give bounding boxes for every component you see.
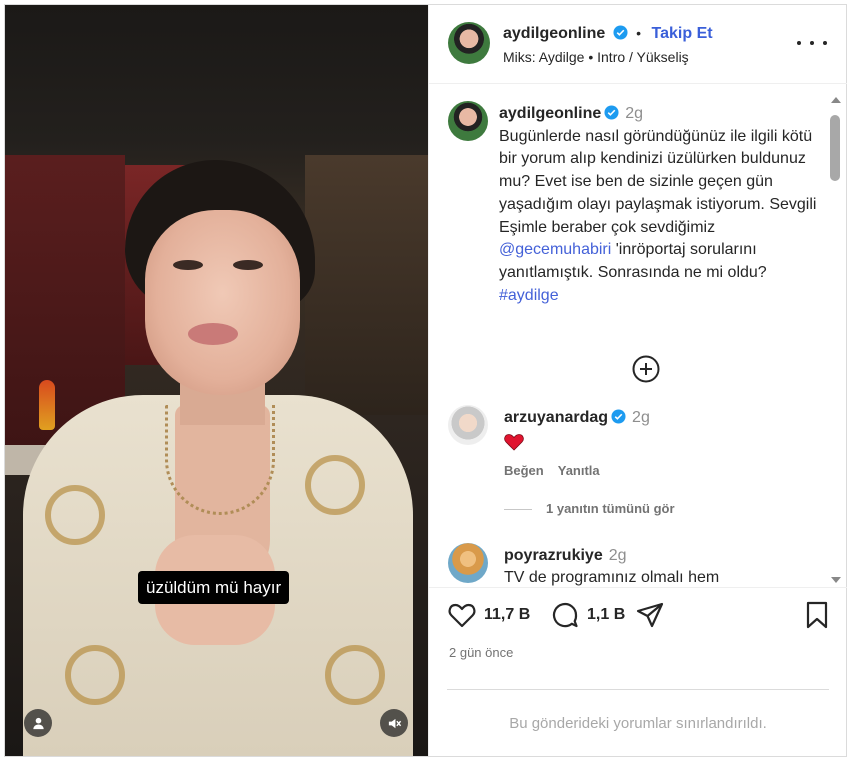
more-dot-icon (823, 41, 827, 45)
person-icon (32, 717, 44, 729)
comment-text: TV de programınız olmalı hem (504, 569, 720, 586)
comment-time: 2g (608, 547, 627, 564)
woman-lips (188, 323, 238, 345)
verified-badge-icon (613, 25, 628, 40)
reel-video[interactable]: üzüldüm mü hayır (5, 5, 428, 756)
scroll-up-arrow-icon[interactable] (831, 97, 841, 103)
more-dot-icon (810, 41, 814, 45)
verified-badge-icon (604, 105, 619, 120)
reply-comment-button[interactable]: Yanıtla (558, 463, 600, 478)
view-replies-button[interactable]: 1 yanıtın tümünü gör (504, 501, 675, 516)
comment-time: 2g (632, 409, 650, 426)
send-icon (636, 602, 664, 628)
scroll-down-arrow-icon[interactable] (831, 577, 841, 583)
woman-eye (173, 260, 203, 270)
caption-time: 2g (625, 105, 644, 122)
blouse-pattern (325, 645, 385, 705)
view-replies-label: 1 yanıtın tümünü gör (546, 501, 675, 516)
red-heart-emoji-icon (504, 434, 524, 451)
like-comment-button[interactable]: Beğen (504, 463, 544, 478)
post-actions: 11,7 B 1,1 B (447, 600, 832, 632)
more-dot-icon (797, 41, 801, 45)
author-avatar[interactable] (448, 22, 490, 64)
load-more-comments-icon[interactable] (632, 355, 660, 383)
author-avatar[interactable] (448, 101, 488, 141)
commenter-username[interactable]: poyrazrukiye (504, 547, 603, 564)
hashtag-link[interactable]: #aydilge (499, 287, 559, 304)
verified-badge-icon (611, 409, 626, 424)
video-caption: üzüldüm mü hayır (138, 571, 290, 604)
commenter-avatar[interactable] (448, 405, 488, 445)
like-button[interactable]: 11,7 B (447, 600, 530, 630)
save-button[interactable] (802, 600, 832, 630)
caption-username[interactable]: aydilgeonline (499, 105, 601, 122)
post-sidebar: aydilgeonline • Takip Et Miks: Aydilge •… (428, 5, 847, 756)
background-figurine (39, 380, 55, 430)
commenter-avatar[interactable] (448, 543, 488, 583)
sound-muted-icon (388, 718, 401, 728)
woman-eye (233, 260, 263, 270)
mute-toggle-button[interactable] (380, 709, 408, 737)
audio-track-link[interactable]: Miks: Aydilge • Intro / Yükseliş (503, 49, 689, 65)
author-username[interactable]: aydilgeonline (503, 25, 605, 42)
post-date[interactable]: 2 gün önce (449, 645, 513, 660)
blouse-pattern (45, 485, 105, 545)
tagged-people-button[interactable] (24, 709, 52, 737)
post-header: aydilgeonline • Takip Et Miks: Aydilge •… (429, 5, 847, 84)
divider (447, 689, 829, 690)
bookmark-icon (806, 601, 828, 629)
comments-scroll-area[interactable]: aydilgeonline 2g Bugünlerde nasıl göründü… (429, 85, 847, 588)
replies-divider (504, 509, 532, 511)
blouse-pattern (305, 455, 365, 515)
blouse-pattern (65, 645, 125, 705)
heart-icon (448, 603, 476, 628)
background-door (305, 155, 428, 415)
comment-count: 1,1 B (587, 606, 626, 623)
like-count[interactable]: 11,7 B (484, 606, 530, 624)
comment-button[interactable]: 1,1 B (550, 600, 625, 630)
share-button[interactable] (635, 600, 665, 630)
scrollbar-thumb[interactable] (830, 115, 840, 181)
post-dialog: üzüldüm mü hayır aydilgeonline • Takip E… (4, 4, 847, 757)
commenter-username[interactable]: arzuyanardag (504, 409, 608, 426)
separator-dot: • (636, 25, 642, 41)
comments-limited-notice: Bu gönderideki yorumlar sınırlandırıldı. (509, 715, 767, 732)
follow-button[interactable]: Takip Et (652, 25, 713, 42)
scrollbar[interactable] (829, 93, 843, 583)
comment-bubble-icon (552, 603, 578, 628)
more-options-button[interactable] (797, 33, 827, 53)
woman-face (145, 210, 300, 395)
caption-text: Bugünlerde nasıl göründüğünüz ile ilgili… (499, 127, 817, 236)
mention-link[interactable]: @gecemuhabiri (499, 241, 611, 258)
